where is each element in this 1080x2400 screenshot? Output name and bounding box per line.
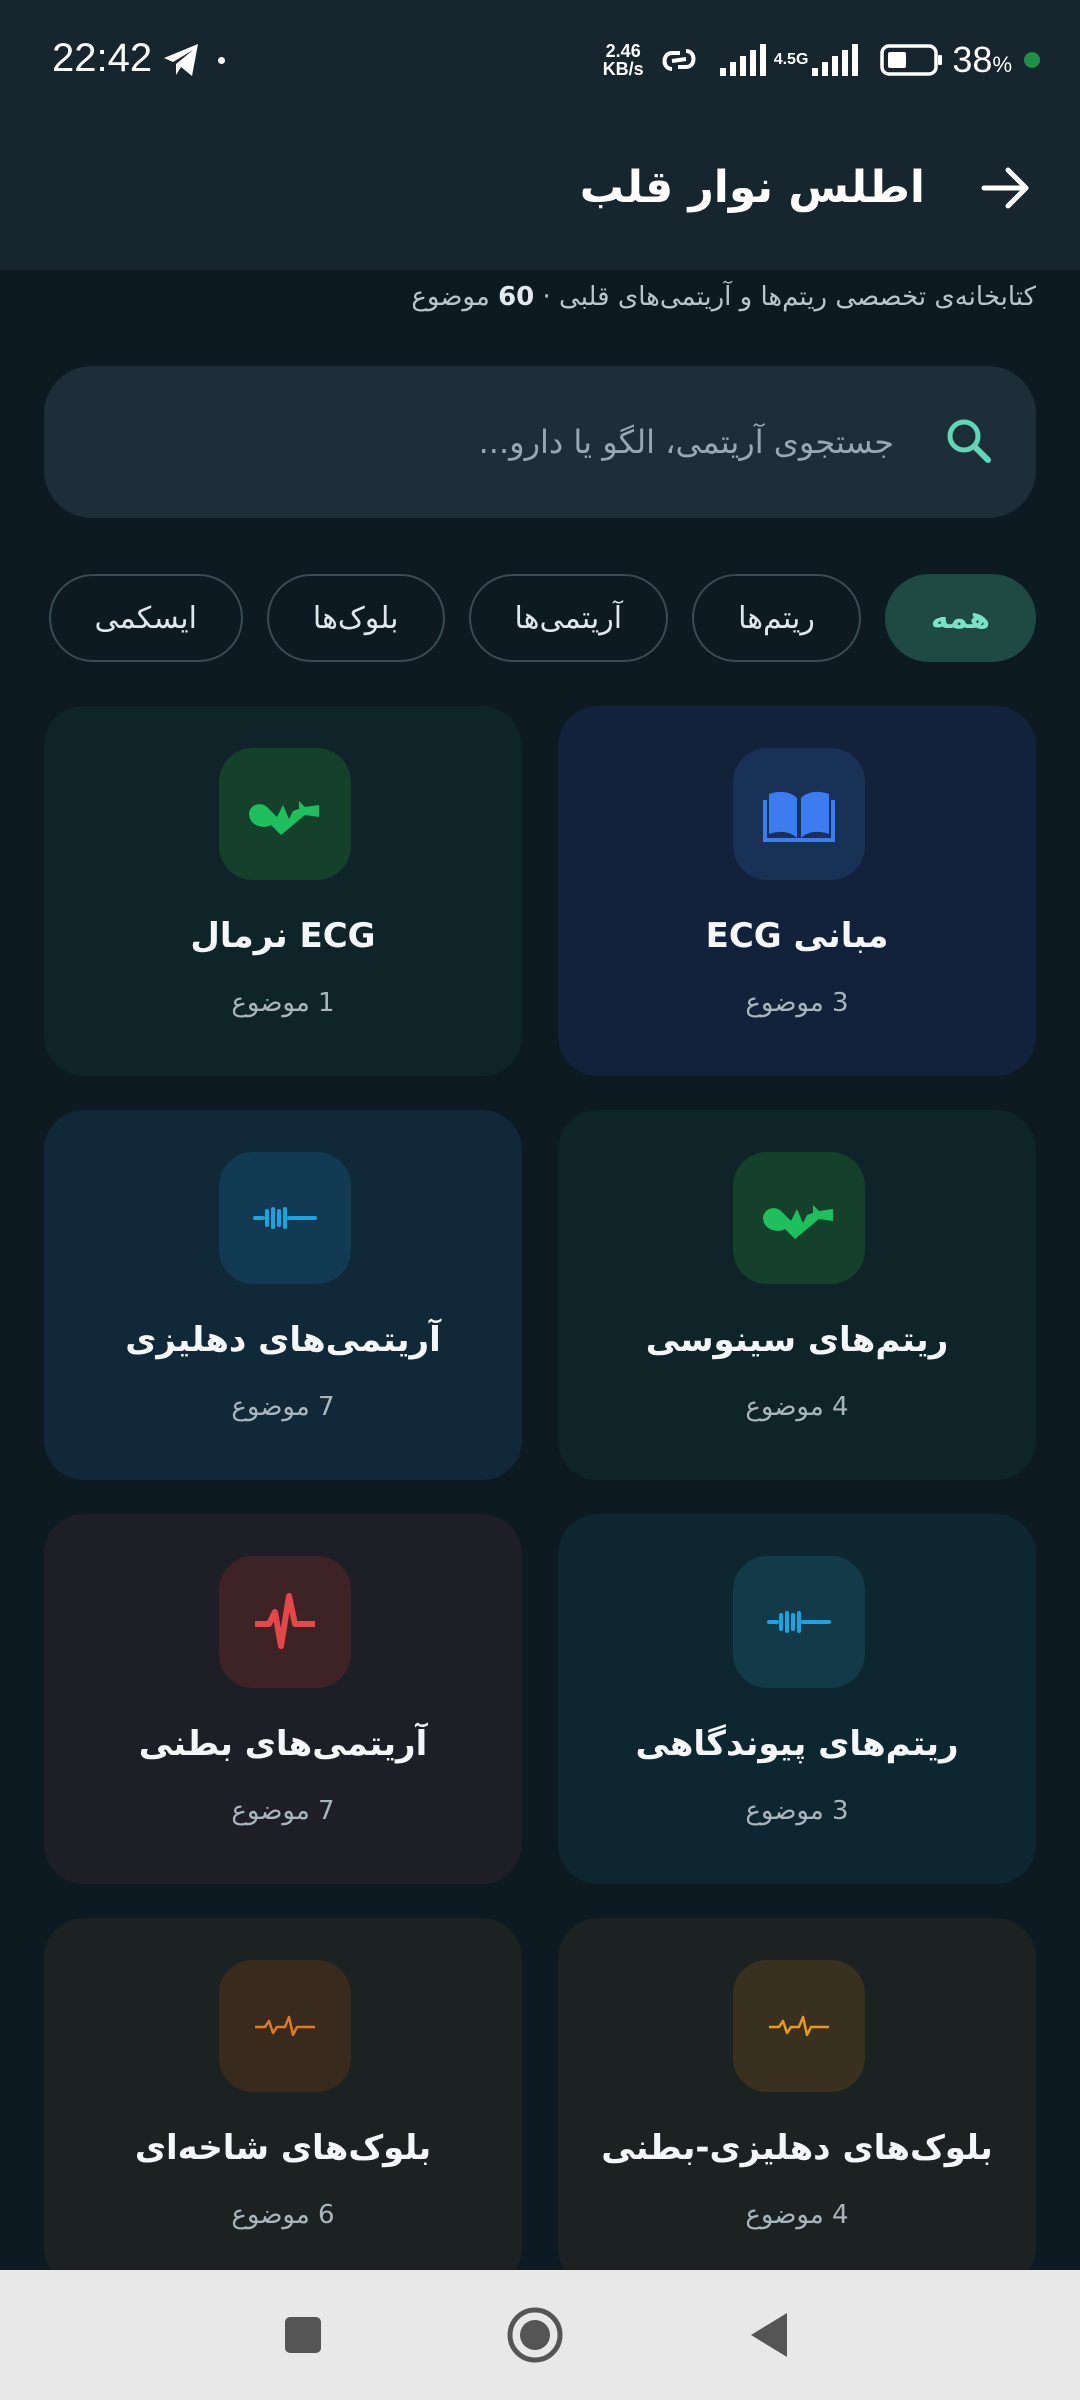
category-card[interactable]: بلوک‌های شاخه‌ای 6 موضوع — [44, 1918, 522, 2288]
recents-button[interactable] — [268, 2300, 338, 2370]
book-icon — [733, 748, 865, 880]
back-button[interactable] — [966, 148, 1046, 228]
category-topic-count: 4 موضوع — [745, 2200, 849, 2230]
category-title: آریتمی‌های بطنی — [138, 1724, 428, 1764]
notification-dot-icon — [218, 57, 225, 64]
category-topic-count: 4 موضوع — [745, 1392, 849, 1422]
home-button[interactable] — [500, 2300, 570, 2370]
back-nav-button[interactable] — [734, 2300, 804, 2370]
status-bar: 22:42 2.46 KB/s 4.5G 38% — [0, 0, 1080, 120]
category-topic-count: 1 موضوع — [231, 988, 335, 1018]
ecg-wave-icon — [219, 1960, 351, 2092]
triangle-back-icon — [751, 2313, 787, 2357]
filter-chip[interactable]: همه — [884, 574, 1036, 662]
filter-chip[interactable]: آریتمی‌ها — [468, 574, 669, 662]
category-card[interactable]: ریتم‌های پیوندگاهی 3 موضوع — [558, 1514, 1036, 1884]
search-icon — [947, 419, 991, 463]
signal-strength-2-icon — [812, 44, 859, 76]
heartbeat-icon — [733, 1152, 865, 1284]
category-topic-count: 7 موضوع — [231, 1796, 335, 1826]
category-title: بلوک‌های دهلیزی-بطنی — [601, 2128, 993, 2168]
square-icon — [285, 2317, 321, 2353]
filter-chip[interactable]: بلوک‌ها — [266, 574, 445, 662]
network-speed: 2.46 KB/s — [602, 41, 644, 79]
camera-indicator-dot-icon — [1024, 52, 1040, 68]
filter-chip[interactable]: ریتم‌ها — [692, 574, 861, 662]
search-input[interactable] — [174, 406, 894, 478]
battery-icon — [880, 44, 943, 76]
category-card[interactable]: آریتمی‌های دهلیزی 7 موضوع — [44, 1110, 522, 1480]
fibrillation-wave-icon — [733, 1556, 865, 1688]
heartbeat-icon — [219, 748, 351, 880]
signal-strength-icon — [719, 44, 766, 76]
page-title: اطلس نوار قلب — [579, 162, 925, 213]
category-title: آریتمی‌های دهلیزی — [125, 1320, 441, 1360]
category-filter-chips: همه ریتم‌ها آریتمی‌ها بلوک‌ها ایسکمی — [48, 574, 1036, 662]
category-card[interactable]: مبانی ECG 3 موضوع — [558, 706, 1036, 1076]
category-title: مبانی ECG — [705, 916, 889, 956]
category-title: ریتم‌های سینوسی — [645, 1320, 949, 1360]
battery-percent: 38% — [952, 39, 1012, 80]
category-topic-count: 3 موضوع — [745, 988, 849, 1018]
circle-home-icon — [507, 2307, 563, 2363]
category-card[interactable]: بلوک‌های دهلیزی-بطنی 4 موضوع — [558, 1918, 1036, 2288]
library-subtitle: کتابخانه‌ی تخصصی ریتم‌ها و آریتمی‌های قل… — [411, 282, 1036, 312]
category-topic-count: 7 موضوع — [231, 1392, 335, 1422]
category-title: بلوک‌های شاخه‌ای — [134, 2128, 432, 2168]
system-nav-bar — [0, 2270, 1080, 2400]
category-title: ECG نرمال — [190, 916, 376, 956]
arrow-right-icon — [981, 167, 1029, 209]
ecg-spike-icon — [219, 1556, 351, 1688]
search-bar[interactable] — [44, 366, 1036, 518]
hotspot-link-icon — [662, 49, 696, 71]
ecg-wave-icon — [733, 1960, 865, 2092]
category-topic-count: 3 موضوع — [745, 1796, 849, 1826]
app-bar: اطلس نوار قلب — [0, 120, 1080, 270]
status-time: 22:42 — [52, 36, 153, 80]
category-topic-count: 6 موضوع — [231, 2200, 335, 2230]
filter-chip[interactable]: ایسکمی — [48, 574, 243, 662]
status-right: 2.46 KB/s 4.5G 38% — [603, 36, 1040, 84]
category-title: ریتم‌های پیوندگاهی — [635, 1724, 959, 1764]
category-card[interactable]: آریتمی‌های بطنی 7 موضوع — [44, 1514, 522, 1884]
telegram-icon — [164, 44, 198, 76]
category-card[interactable]: ریتم‌های سینوسی 4 موضوع — [558, 1110, 1036, 1480]
fibrillation-wave-icon — [219, 1152, 351, 1284]
category-card[interactable]: ECG نرمال 1 موضوع — [44, 706, 522, 1076]
network-type-label: 4.5G — [773, 51, 809, 68]
